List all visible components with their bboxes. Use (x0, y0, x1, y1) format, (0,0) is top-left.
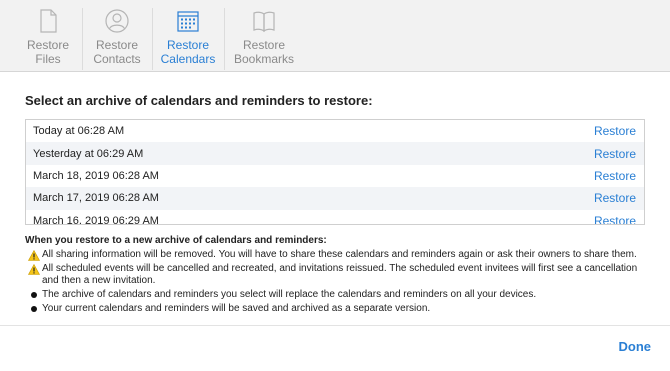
tab-label-line2: Calendars (160, 52, 216, 66)
restore-toolbar: Restore Files Restore Contacts Restore C… (0, 0, 670, 72)
archive-date: Today at 06:28 AM (33, 125, 125, 138)
archive-date: March 18, 2019 06:28 AM (33, 169, 159, 182)
note-text: All scheduled events will be cancelled a… (42, 263, 638, 286)
archive-date: March 17, 2019 06:28 AM (33, 192, 159, 205)
restore-button[interactable]: Restore (594, 191, 636, 205)
archive-row[interactable]: Today at 06:28 AM Restore (26, 120, 644, 142)
bullet-icon (30, 292, 37, 298)
tab-label-line1: Restore (166, 38, 210, 52)
archive-row[interactable]: March 18, 2019 06:28 AM Restore (26, 165, 644, 187)
restore-button[interactable]: Restore (594, 147, 636, 161)
archive-row[interactable]: March 17, 2019 06:28 AM Restore (26, 187, 644, 210)
note-item: All sharing information will be removed.… (25, 249, 655, 261)
tab-label-line1: Restore (95, 38, 139, 52)
tab-label-line2: Bookmarks (233, 52, 295, 66)
tab-label-line2: Contacts (93, 52, 141, 66)
tab-label-line2: Files (35, 52, 61, 66)
tab-restore-calendars[interactable]: Restore Calendars (159, 0, 217, 72)
archive-row[interactable]: Yesterday at 06:29 AM Restore (26, 142, 644, 165)
note-text: All sharing information will be removed.… (42, 249, 637, 260)
calendar-icon (177, 11, 199, 32)
tab-label-line1: Restore (26, 38, 70, 52)
tab-divider (82, 8, 83, 70)
note-item: All scheduled events will be cancelled a… (25, 263, 655, 287)
restore-button[interactable]: Restore (594, 214, 636, 224)
restore-button[interactable]: Restore (594, 124, 636, 138)
tab-restore-contacts[interactable]: Restore Contacts (89, 0, 145, 72)
restore-notes: When you restore to a new archive of cal… (25, 235, 655, 317)
tab-restore-bookmarks[interactable]: Restore Bookmarks (232, 0, 296, 72)
tab-divider (152, 8, 153, 70)
footer-divider (0, 325, 670, 326)
page-title: Select an archive of calendars and remin… (25, 93, 373, 108)
archive-date: March 16, 2019 06:29 AM (33, 214, 159, 225)
archive-date: Yesterday at 06:29 AM (33, 147, 144, 160)
tab-divider (224, 8, 225, 70)
archive-list[interactable]: Today at 06:28 AM Restore Yesterday at 0… (25, 119, 645, 225)
bullet-icon (30, 306, 37, 312)
note-item: The archive of calendars and reminders y… (25, 289, 655, 301)
note-text: The archive of calendars and reminders y… (42, 289, 537, 300)
person-icon (105, 9, 129, 33)
warning-icon (27, 250, 40, 261)
book-icon (253, 11, 275, 33)
notes-title: When you restore to a new archive of cal… (25, 235, 327, 246)
tab-label-line1: Restore (242, 38, 286, 52)
archive-row[interactable]: March 16, 2019 06:29 AM Restore (26, 210, 644, 225)
note-item: Your current calendars and reminders wil… (25, 303, 655, 315)
restore-button[interactable]: Restore (594, 169, 636, 183)
note-text: Your current calendars and reminders wil… (42, 303, 431, 314)
document-icon (40, 9, 57, 33)
tab-restore-files[interactable]: Restore Files (22, 0, 74, 72)
warning-icon (27, 264, 40, 275)
done-button[interactable]: Done (619, 339, 652, 354)
